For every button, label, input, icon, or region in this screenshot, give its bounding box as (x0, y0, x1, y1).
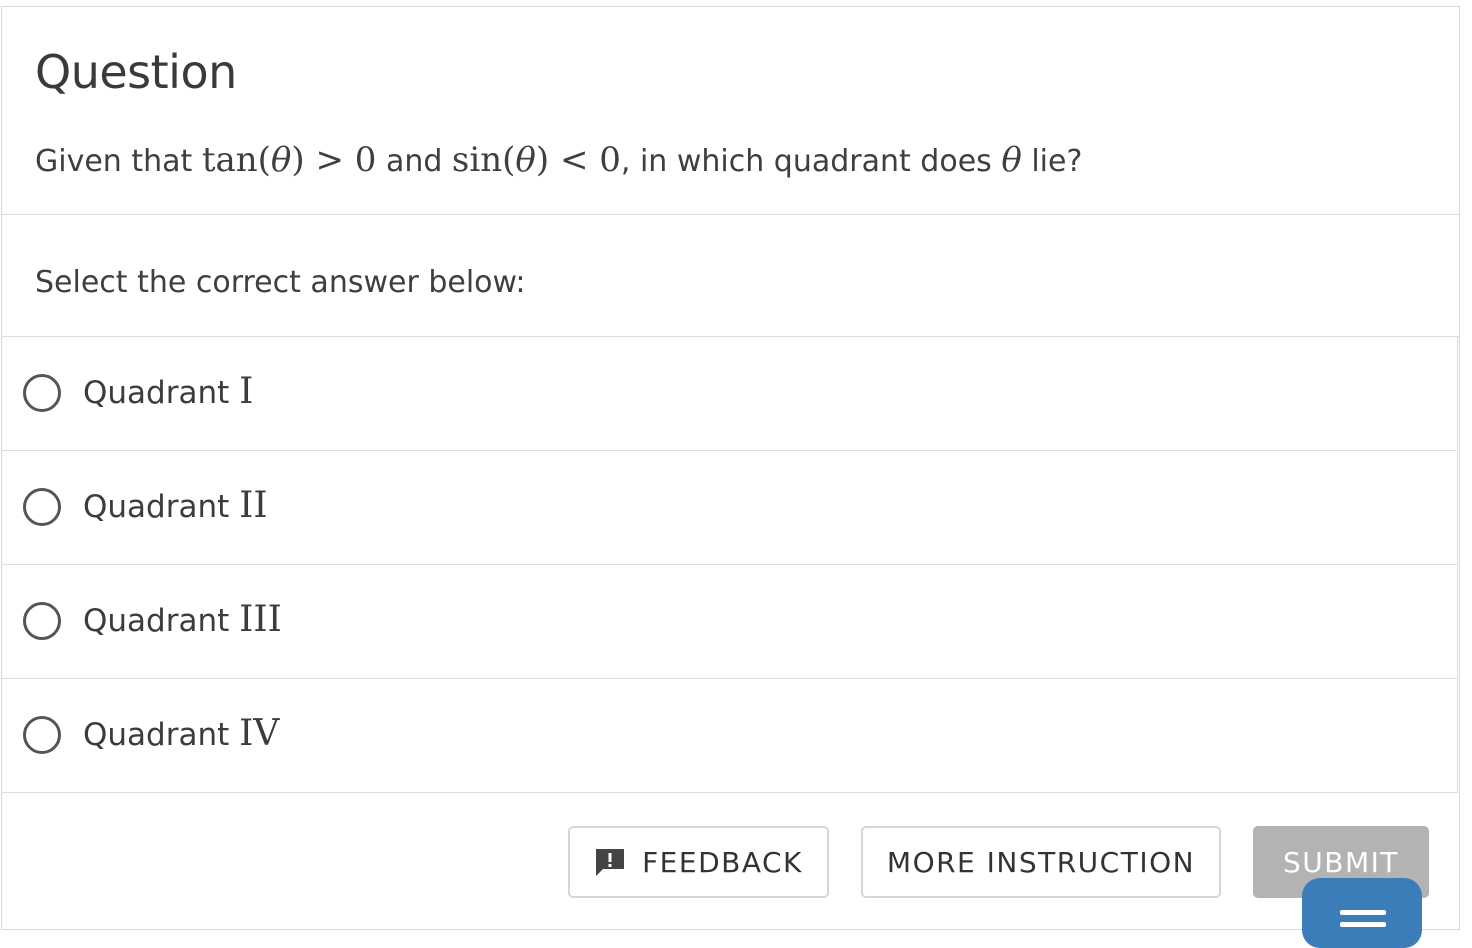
math-tan: tan(θ) > 0 (201, 140, 377, 180)
question-and: and (376, 144, 452, 179)
more-instruction-label: MORE INSTRUCTION (886, 845, 1196, 879)
option-quadrant-1[interactable]: Quadrant I (2, 337, 1458, 451)
radio-unchecked-icon[interactable] (23, 488, 61, 526)
question-card: Question Given that tan(θ) > 0 and sin(θ… (1, 6, 1460, 930)
option-label: Quadrant III (83, 599, 282, 640)
feedback-label: FEEDBACK (642, 845, 803, 879)
question-text: Given that tan(θ) > 0 and sin(θ) < 0, in… (35, 140, 1082, 180)
more-instruction-button[interactable]: MORE INSTRUCTION (861, 826, 1221, 898)
answer-prompt-section: Select the correct answer below: (2, 215, 1459, 337)
radio-unchecked-icon[interactable] (23, 602, 61, 640)
question-section: Question Given that tan(θ) > 0 and sin(θ… (2, 7, 1459, 215)
feedback-exclamation-icon (596, 849, 625, 876)
submit-label: SUBMIT (1283, 845, 1399, 879)
feedback-button[interactable]: FEEDBACK (568, 826, 829, 898)
answer-prompt: Select the correct answer below: (35, 265, 526, 300)
option-label: Quadrant II (83, 485, 268, 526)
chat-menu-icon[interactable] (1302, 878, 1422, 948)
chat-line (1340, 910, 1386, 915)
option-quadrant-4[interactable]: Quadrant IV (2, 679, 1458, 793)
chat-line (1340, 922, 1386, 927)
option-label: Quadrant I (83, 371, 254, 412)
radio-unchecked-icon[interactable] (23, 716, 61, 754)
question-suffix-a: , in which quadrant does (620, 144, 1002, 179)
option-quadrant-2[interactable]: Quadrant II (2, 451, 1458, 565)
option-label: Quadrant IV (83, 713, 280, 754)
question-prefix: Given that (35, 144, 202, 179)
radio-unchecked-icon[interactable] (23, 374, 61, 412)
option-quadrant-3[interactable]: Quadrant III (2, 565, 1458, 679)
math-sin: sin(θ) < 0 (451, 140, 621, 180)
question-suffix-b: lie? (1021, 144, 1083, 179)
answer-options: Quadrant I Quadrant II Quadrant III Quad… (2, 337, 1458, 793)
question-title: Question (35, 45, 237, 99)
math-theta: θ (1001, 140, 1022, 180)
action-footer: FEEDBACK MORE INSTRUCTION SUBMIT (2, 793, 1459, 929)
